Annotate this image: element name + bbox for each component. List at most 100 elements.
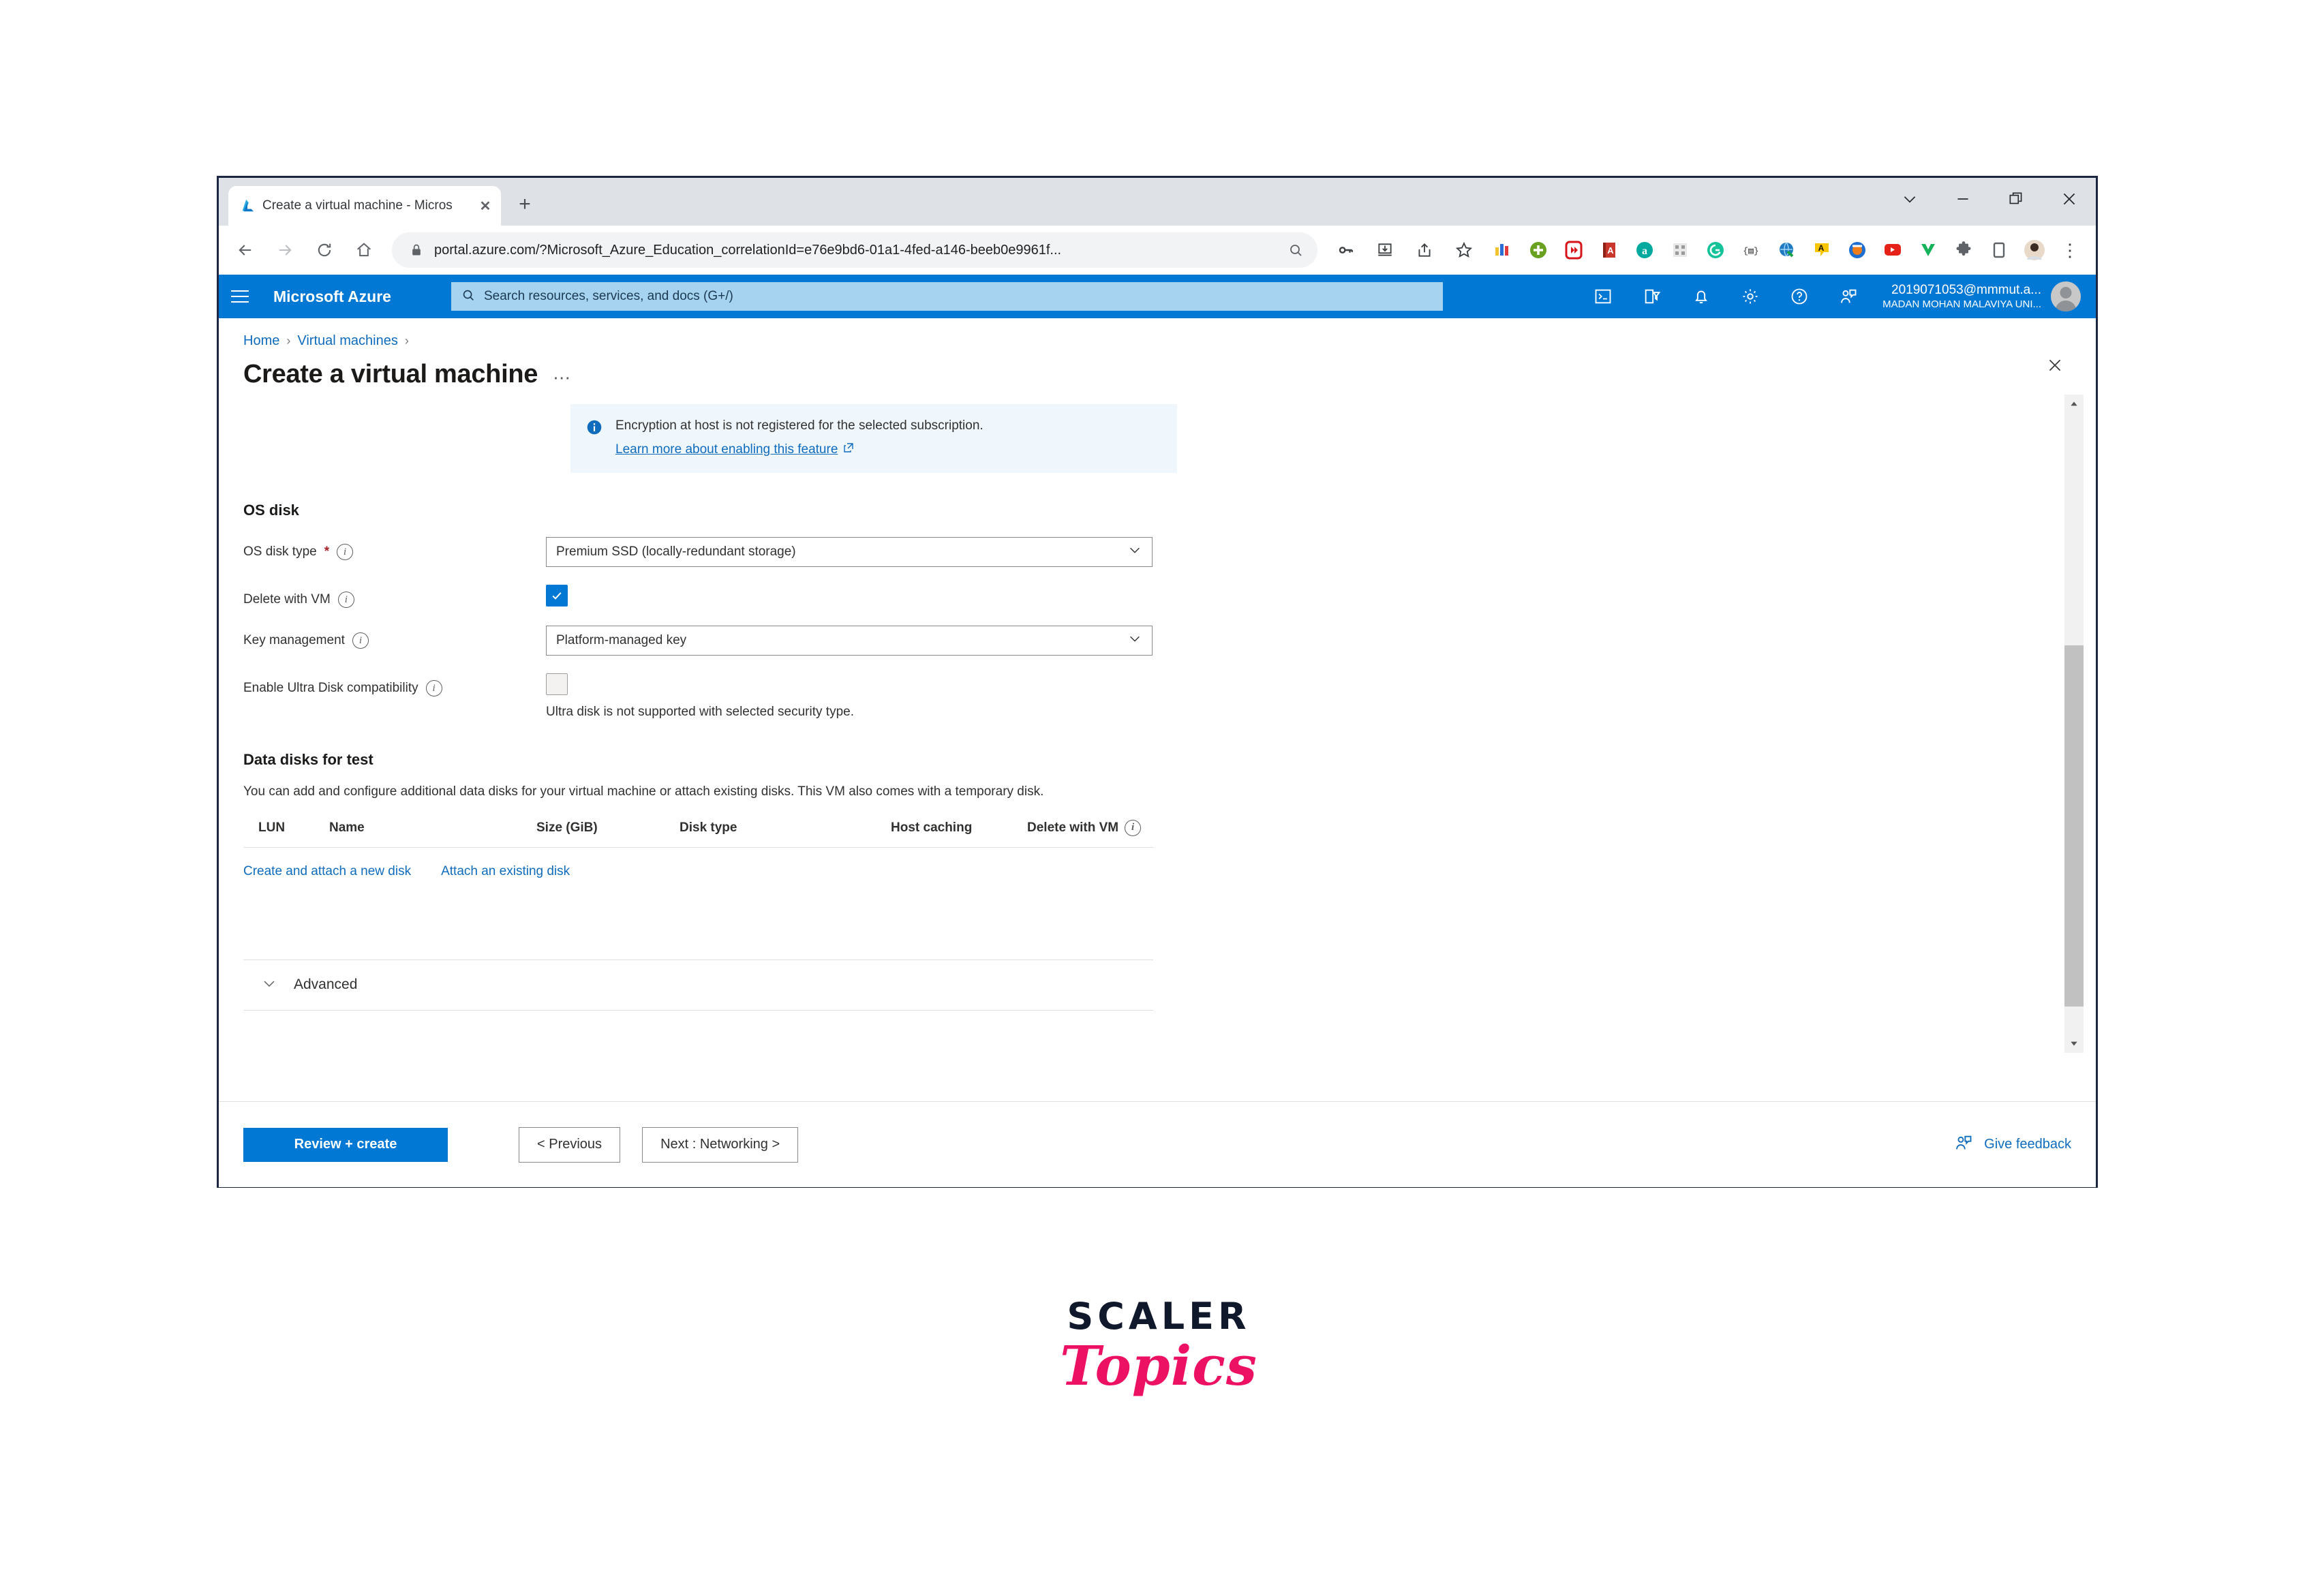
extension-adblock-icon[interactable]: A	[1804, 232, 1840, 268]
blade-scrollbar[interactable]	[2064, 395, 2084, 1053]
blade-scroll-region: Encryption at host is not registered for…	[219, 395, 2096, 1058]
home-icon[interactable]	[346, 232, 382, 268]
extension-idm-globe-icon[interactable]	[1769, 232, 1804, 268]
extension-colorbars-icon[interactable]	[1485, 232, 1521, 268]
column-header-size: Size (GiB)	[536, 819, 680, 848]
info-tooltip-icon[interactable]: i	[1125, 819, 1142, 836]
breadcrumb-item-home[interactable]: Home	[243, 333, 279, 349]
blade-footer: Review + create < Previous Next : Networ…	[219, 1101, 2096, 1187]
data-disks-table: LUN Name Size (GiB) Disk type Host cachi…	[243, 819, 1153, 848]
ultra-disk-helper-text: Ultra disk is not supported with selecte…	[546, 705, 854, 719]
lock-icon	[407, 241, 426, 260]
attach-existing-disk-link[interactable]: Attach an existing disk	[441, 864, 570, 879]
info-tooltip-icon[interactable]: i	[425, 680, 442, 696]
bookmark-star-icon[interactable]	[1446, 232, 1482, 268]
scrollbar-thumb[interactable]	[2064, 645, 2084, 1007]
field-ultra-disk: Enable Ultra Disk compatibility i Ultra …	[243, 673, 2059, 720]
page-header: Create a virtual machine ⋯	[219, 349, 2096, 389]
password-key-icon[interactable]	[1327, 232, 1364, 268]
scroll-up-arrow-icon[interactable]	[2064, 395, 2084, 414]
profile-avatar[interactable]	[2017, 232, 2052, 268]
help-icon[interactable]	[1775, 275, 1824, 318]
info-tooltip-icon[interactable]: i	[337, 592, 354, 608]
info-icon	[584, 417, 605, 438]
extension-amazon-icon[interactable]: a	[1627, 232, 1662, 268]
settings-gear-icon[interactable]	[1726, 275, 1775, 318]
window-controls	[1883, 178, 2096, 220]
search-icon[interactable]	[1286, 241, 1305, 260]
address-bar[interactable]: portal.azure.com/?Microsoft_Azure_Educat…	[392, 232, 1317, 268]
account-email: 2019071053@mmmut.a...	[1891, 282, 2041, 297]
next-networking-button[interactable]: Next : Networking >	[642, 1126, 799, 1163]
browser-tab-active[interactable]: Create a virtual machine - Micros ✕	[228, 186, 501, 226]
close-blade-button[interactable]	[2040, 350, 2070, 380]
info-tooltip-icon[interactable]: i	[352, 632, 369, 649]
extension-idm-icon[interactable]	[1556, 232, 1591, 268]
cloud-shell-icon[interactable]	[1579, 275, 1628, 318]
breadcrumb-item-virtual-machines[interactable]: Virtual machines	[297, 333, 397, 349]
azure-logo-icon	[239, 198, 256, 214]
back-icon[interactable]	[227, 232, 264, 268]
forward-icon[interactable]	[266, 232, 303, 268]
extension-grammarly-icon[interactable]	[1698, 232, 1733, 268]
review-create-button[interactable]: Review + create	[243, 1127, 448, 1162]
advanced-accordion-label: Advanced	[294, 977, 358, 993]
info-banner-link-label: Learn more about enabling this feature	[615, 442, 838, 457]
table-header-row: LUN Name Size (GiB) Disk type Host cachi…	[243, 819, 1153, 848]
extension-tab-orange-icon[interactable]	[1840, 232, 1875, 268]
data-disks-description: You can add and configure additional dat…	[243, 784, 1044, 799]
external-link-icon	[843, 440, 854, 460]
extension-add-green-icon[interactable]	[1521, 232, 1556, 268]
give-feedback-link[interactable]: Give feedback	[1954, 1133, 2071, 1156]
directories-subscriptions-icon[interactable]	[1628, 275, 1677, 318]
extension-dictionary-icon[interactable]: A	[1591, 232, 1627, 268]
notifications-bell-icon[interactable]	[1677, 275, 1726, 318]
column-header-lun: LUN	[243, 819, 329, 848]
field-label-delete-with-vm: Delete with VM	[243, 592, 331, 607]
advanced-accordion[interactable]: Advanced	[243, 959, 1153, 1011]
ultra-disk-checkbox[interactable]	[546, 673, 568, 695]
azure-page-body: Home › Virtual machines › Create a virtu…	[219, 318, 2096, 1187]
extensions-puzzle-icon[interactable]	[1946, 232, 1981, 268]
minimize-button[interactable]	[1936, 178, 1989, 220]
account-menu[interactable]: 2019071053@mmmut.a... MADAN MOHAN MALAVI…	[1873, 281, 2085, 311]
create-and-attach-new-disk-link[interactable]: Create and attach a new disk	[243, 864, 411, 879]
collections-icon[interactable]	[1981, 232, 2017, 268]
key-management-value: Platform-managed key	[556, 633, 687, 647]
reload-icon[interactable]	[306, 232, 343, 268]
os-disk-type-value: Premium SSD (locally-redundant storage)	[556, 544, 796, 559]
extension-qrcode-icon[interactable]	[1662, 232, 1698, 268]
account-org: MADAN MOHAN MALAVIYA UNI...	[1882, 298, 2041, 310]
extension-wotvideo-icon[interactable]	[1910, 232, 1946, 268]
address-bar-url: portal.azure.com/?Microsoft_Azure_Educat…	[434, 242, 1062, 258]
azure-global-header: Microsoft Azure Search resources, servic…	[219, 275, 2096, 318]
extension-youtube-icon[interactable]	[1875, 232, 1910, 268]
global-search-input[interactable]: Search resources, services, and docs (G+…	[451, 282, 1443, 311]
browser-tabstrip: Create a virtual machine - Micros ✕ +	[219, 178, 2096, 226]
info-banner-link[interactable]: Learn more about enabling this feature	[615, 440, 854, 460]
scrollbar-track[interactable]	[2064, 414, 2084, 1034]
os-disk-type-select[interactable]: Premium SSD (locally-redundant storage)	[546, 537, 1153, 567]
azure-brand-label[interactable]: Microsoft Azure	[273, 288, 391, 306]
breadcrumb: Home › Virtual machines ›	[219, 318, 2096, 349]
key-management-select[interactable]: Platform-managed key	[546, 626, 1153, 656]
scroll-down-arrow-icon[interactable]	[2064, 1034, 2084, 1053]
close-icon[interactable]: ✕	[476, 197, 494, 215]
chevron-down-icon	[1127, 631, 1142, 650]
tab-search-button[interactable]	[1883, 178, 1936, 220]
more-commands-button[interactable]: ⋯	[553, 360, 572, 388]
install-app-icon[interactable]	[1367, 232, 1403, 268]
feedback-icon[interactable]	[1824, 275, 1873, 318]
info-tooltip-icon[interactable]: i	[337, 544, 354, 560]
previous-button[interactable]: < Previous	[519, 1126, 621, 1163]
extension-code-icon[interactable]: {▤}	[1733, 232, 1769, 268]
svg-text:a: a	[1642, 245, 1647, 257]
avatar[interactable]	[2051, 281, 2081, 311]
new-tab-button[interactable]: +	[513, 193, 536, 216]
restore-button[interactable]	[1989, 178, 2043, 220]
close-window-button[interactable]	[2043, 178, 2096, 220]
share-icon[interactable]	[1406, 232, 1443, 268]
browser-more-menu[interactable]: ⋮	[2052, 232, 2088, 268]
global-menu-icon[interactable]	[219, 275, 261, 318]
delete-with-vm-checkbox[interactable]	[546, 585, 568, 607]
